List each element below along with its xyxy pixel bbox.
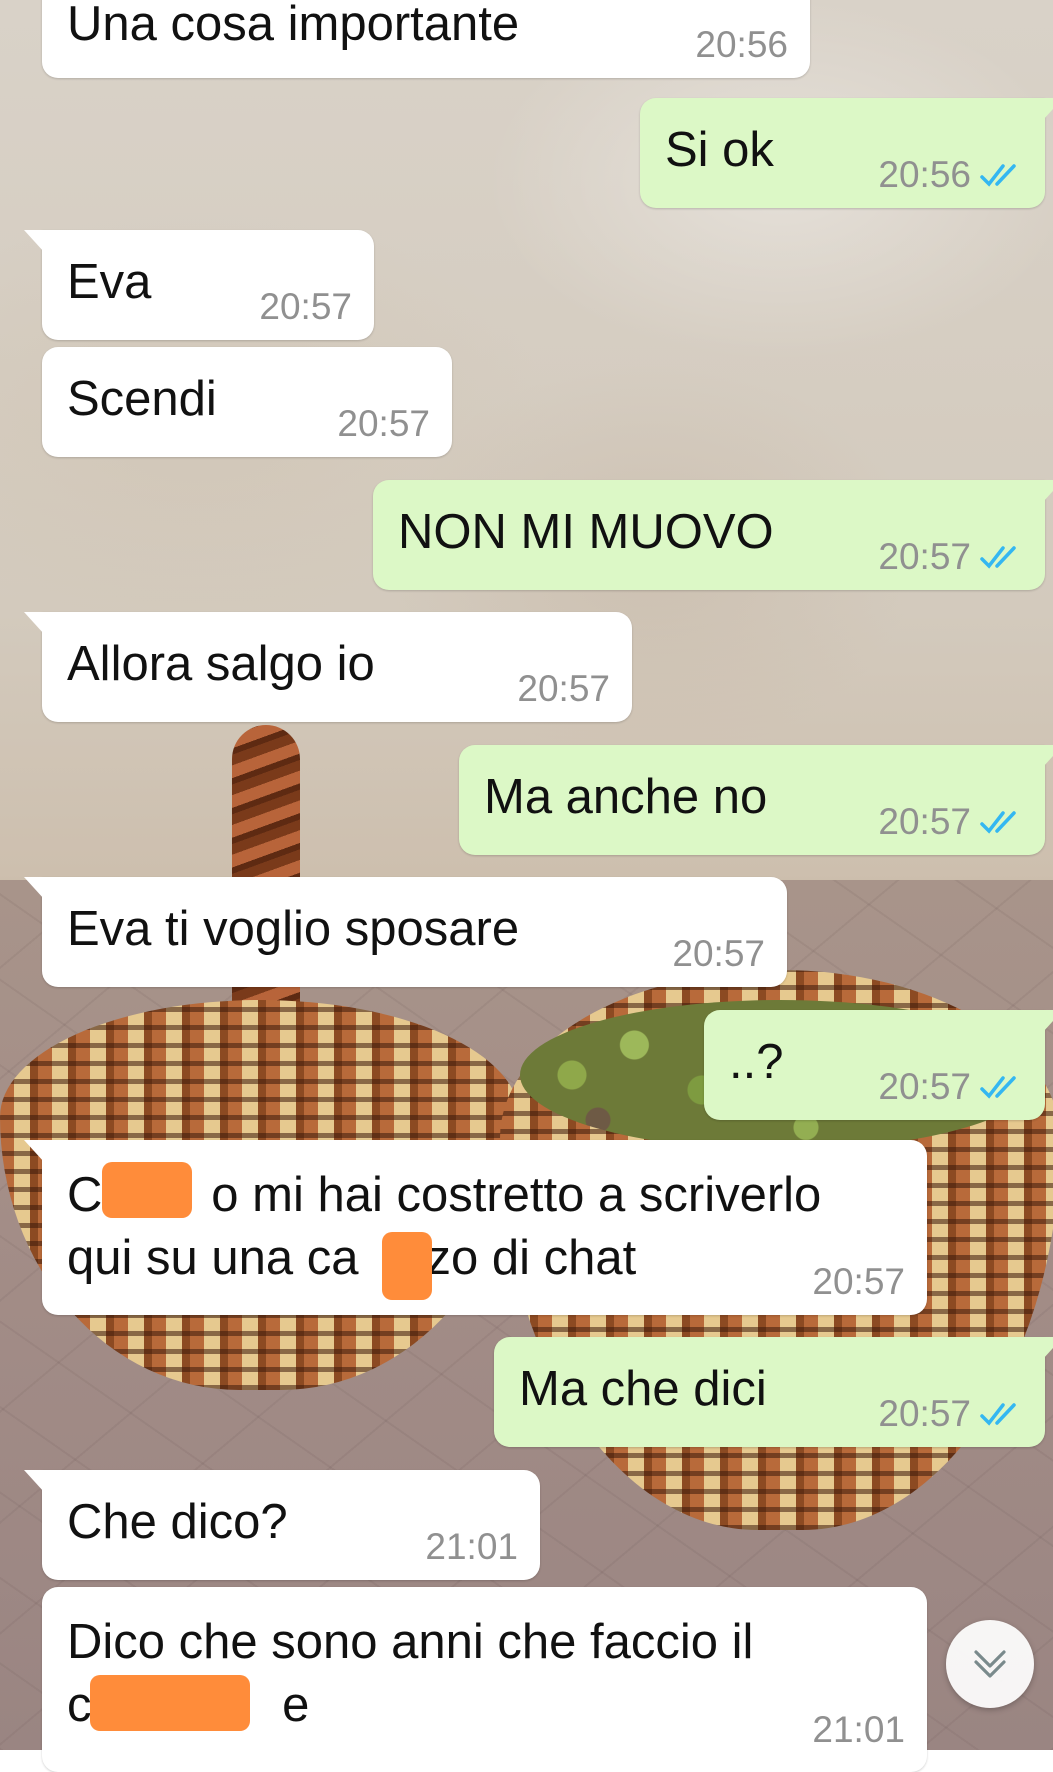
message-incoming[interactable]: Allora salgo io 20:57 [24,612,632,722]
message-outgoing[interactable]: NON MI MUOVO 20:57 [373,480,1053,590]
message-time: 20:57 [878,803,1025,840]
message-text: Ma anche no [484,770,768,824]
message-line: Dico che sono anni che faccio il [67,1615,754,1669]
message-time: 20:57 [259,286,352,327]
double-check-icon [980,545,1016,569]
double-check-icon [980,163,1016,187]
message-outgoing[interactable]: Si ok 20:56 [640,98,1053,208]
message-incoming[interactable]: Eva 20:57 [24,230,374,340]
message-time: 20:57 [878,1068,1025,1105]
message-incoming[interactable]: Dico che sono anni che faccio il c e 21:… [42,1587,927,1772]
message-text: Che dico? [67,1495,288,1549]
double-check-icon [980,1402,1016,1426]
message-time: 20:57 [812,1261,905,1302]
chevron-double-down-icon [974,1650,1006,1678]
message-time: 21:01 [425,1526,518,1567]
redaction-block [102,1162,192,1218]
message-text: NON MI MUOVO [398,505,774,559]
message-outgoing[interactable]: ..? 20:57 [704,1010,1053,1120]
message-outgoing[interactable]: Ma che dici 20:57 [494,1337,1053,1447]
message-time: 21:01 [812,1709,905,1750]
message-incoming[interactable]: Eva ti voglio sposare 20:57 [24,877,787,987]
message-text: Eva ti voglio sposare [67,902,520,956]
message-text: Ma che dici [519,1362,767,1416]
message-text: Allora salgo io [67,637,375,691]
message-incoming[interactable]: Una cosa importante 20:56 [42,0,810,78]
redaction-block [90,1675,250,1731]
message-line: qui su una ca zo di chat [67,1231,637,1285]
message-time: 20:56 [878,156,1025,193]
message-time: 20:56 [695,24,788,65]
message-outgoing[interactable]: Ma anche no 20:57 [459,745,1053,855]
message-time: 20:57 [878,1395,1025,1432]
message-text: ..? [729,1035,784,1089]
double-check-icon [980,810,1016,834]
message-time: 20:57 [672,933,765,974]
scroll-to-bottom-button[interactable] [946,1620,1034,1708]
message-incoming[interactable]: Scendi 20:57 [42,347,452,457]
double-check-icon [980,1075,1016,1099]
message-text: Una cosa importante [67,0,520,51]
message-text: Si ok [665,123,774,177]
redaction-block [382,1232,432,1300]
message-incoming[interactable]: C o mi hai costretto a scriverlo qui su … [24,1140,927,1315]
message-time: 20:57 [337,403,430,444]
message-text: Eva [67,255,152,309]
message-time: 20:57 [517,668,610,709]
message-time: 20:57 [878,538,1025,575]
message-incoming[interactable]: Che dico? 21:01 [24,1470,540,1580]
message-text: Scendi [67,372,217,426]
